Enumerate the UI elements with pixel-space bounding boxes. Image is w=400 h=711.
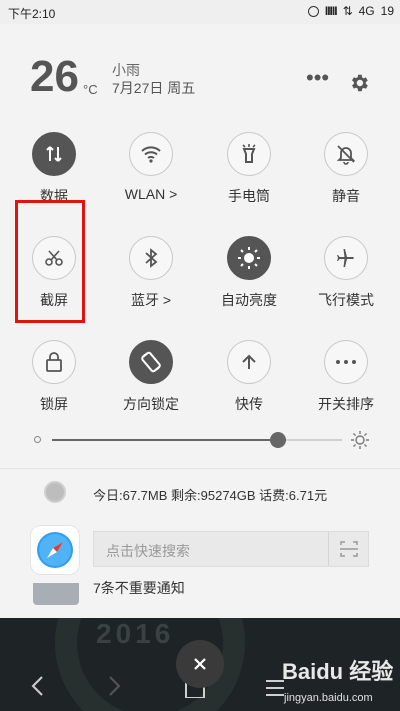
- status-icons: IIIII ⇅ 4G 19: [307, 4, 394, 18]
- scan-icon[interactable]: [328, 532, 368, 566]
- toggle-bluetooth[interactable]: 蓝牙 >: [111, 236, 191, 326]
- data-arrows-icon: [32, 132, 76, 176]
- signal-icon: IIIII: [324, 4, 338, 18]
- watermark-logo: Baidu 经验: [282, 659, 394, 684]
- close-button[interactable]: [176, 640, 224, 688]
- forward-arrow-icon[interactable]: [104, 674, 124, 698]
- weather-description: 小雨: [112, 62, 140, 78]
- bluetooth-icon: [129, 236, 173, 280]
- divider: [0, 468, 400, 469]
- toggle-label: 锁屏: [40, 396, 68, 412]
- data-usage-icon: [44, 481, 66, 503]
- toggle-sort-switches[interactable]: 开关排序: [306, 340, 386, 430]
- toggle-airplane[interactable]: 飞行模式: [306, 236, 386, 326]
- watermark-url: jingyan.baidu.com: [284, 692, 373, 704]
- toggle-quick-transfer[interactable]: 快传: [209, 340, 289, 430]
- toggle-lock-screen[interactable]: 锁屏: [14, 340, 94, 430]
- notification-summary[interactable]: 7条不重要通知: [93, 578, 185, 598]
- weather-unit: °C: [83, 82, 98, 97]
- close-icon: [194, 658, 206, 670]
- toggle-rotation-lock[interactable]: 方向锁定: [111, 340, 191, 430]
- status-time: 下午2:10: [8, 7, 56, 21]
- toggle-label: 飞行模式: [318, 292, 374, 308]
- toggle-label: 静音: [332, 188, 360, 204]
- status-bar: 下午2:10 IIIII ⇅ 4G 19: [0, 0, 400, 24]
- battery-level: 19: [380, 4, 394, 18]
- toggle-label: 方向锁定: [123, 396, 179, 412]
- search-placeholder: 点击快速搜索: [106, 543, 190, 559]
- toggle-label: 手电筒: [228, 188, 270, 204]
- toggle-wlan[interactable]: WLAN >: [111, 132, 191, 222]
- toggle-label: WLAN >: [124, 186, 178, 202]
- signal-4g-icon: ⇅: [342, 4, 353, 18]
- toggle-flashlight[interactable]: 手电筒: [209, 132, 289, 222]
- upload-arrow-icon: [227, 340, 271, 384]
- screenshot-highlight-box: [15, 200, 85, 323]
- toggle-mute[interactable]: 静音: [306, 132, 386, 222]
- rotation-lock-icon: [129, 340, 173, 384]
- wifi-icon: [129, 132, 173, 176]
- alarm-icon: [307, 5, 319, 17]
- notification-app-icon: [33, 583, 79, 605]
- slider-fill: [52, 439, 279, 441]
- toggle-label: 快传: [235, 396, 263, 412]
- gear-icon[interactable]: [348, 72, 370, 94]
- toggle-auto-brightness[interactable]: 自动亮度: [209, 236, 289, 326]
- bell-muted-icon: [324, 132, 368, 176]
- flashlight-icon: [227, 132, 271, 176]
- slider-thumb[interactable]: [270, 432, 287, 448]
- back-arrow-icon[interactable]: [28, 674, 48, 698]
- brightness-high-icon: [351, 431, 369, 449]
- network-type: 4G: [358, 4, 375, 18]
- brightness-slider[interactable]: [34, 430, 370, 450]
- more-options-icon[interactable]: •••: [306, 67, 329, 89]
- lock-icon: [32, 340, 76, 384]
- quick-settings-panel: 下午2:10 IIIII ⇅ 4G 19 26 °C 小雨 7月27日 周五 •…: [0, 0, 400, 618]
- clock-widget-text: 2016: [96, 618, 175, 649]
- browser-app-icon[interactable]: [31, 526, 79, 574]
- background-app-area: 2016 Baidu 经验 jingyan.baidu.com: [0, 618, 400, 711]
- brightness-low-icon: [34, 436, 41, 443]
- weather-temperature[interactable]: 26: [30, 52, 79, 102]
- weather-date: 7月27日 周五: [112, 80, 196, 96]
- compass-icon: [37, 532, 73, 568]
- toggle-label: 开关排序: [318, 396, 374, 412]
- data-usage-text[interactable]: 今日:67.7MB 剩余:95274GB 话费:6.71元: [93, 485, 327, 504]
- toggle-label: 自动亮度: [221, 292, 277, 308]
- quick-search-bar[interactable]: 点击快速搜索: [93, 531, 369, 567]
- more-dots-icon: [324, 340, 368, 384]
- auto-brightness-icon: [227, 236, 271, 280]
- toggle-label: 蓝牙 >: [130, 292, 172, 308]
- airplane-icon: [324, 236, 368, 280]
